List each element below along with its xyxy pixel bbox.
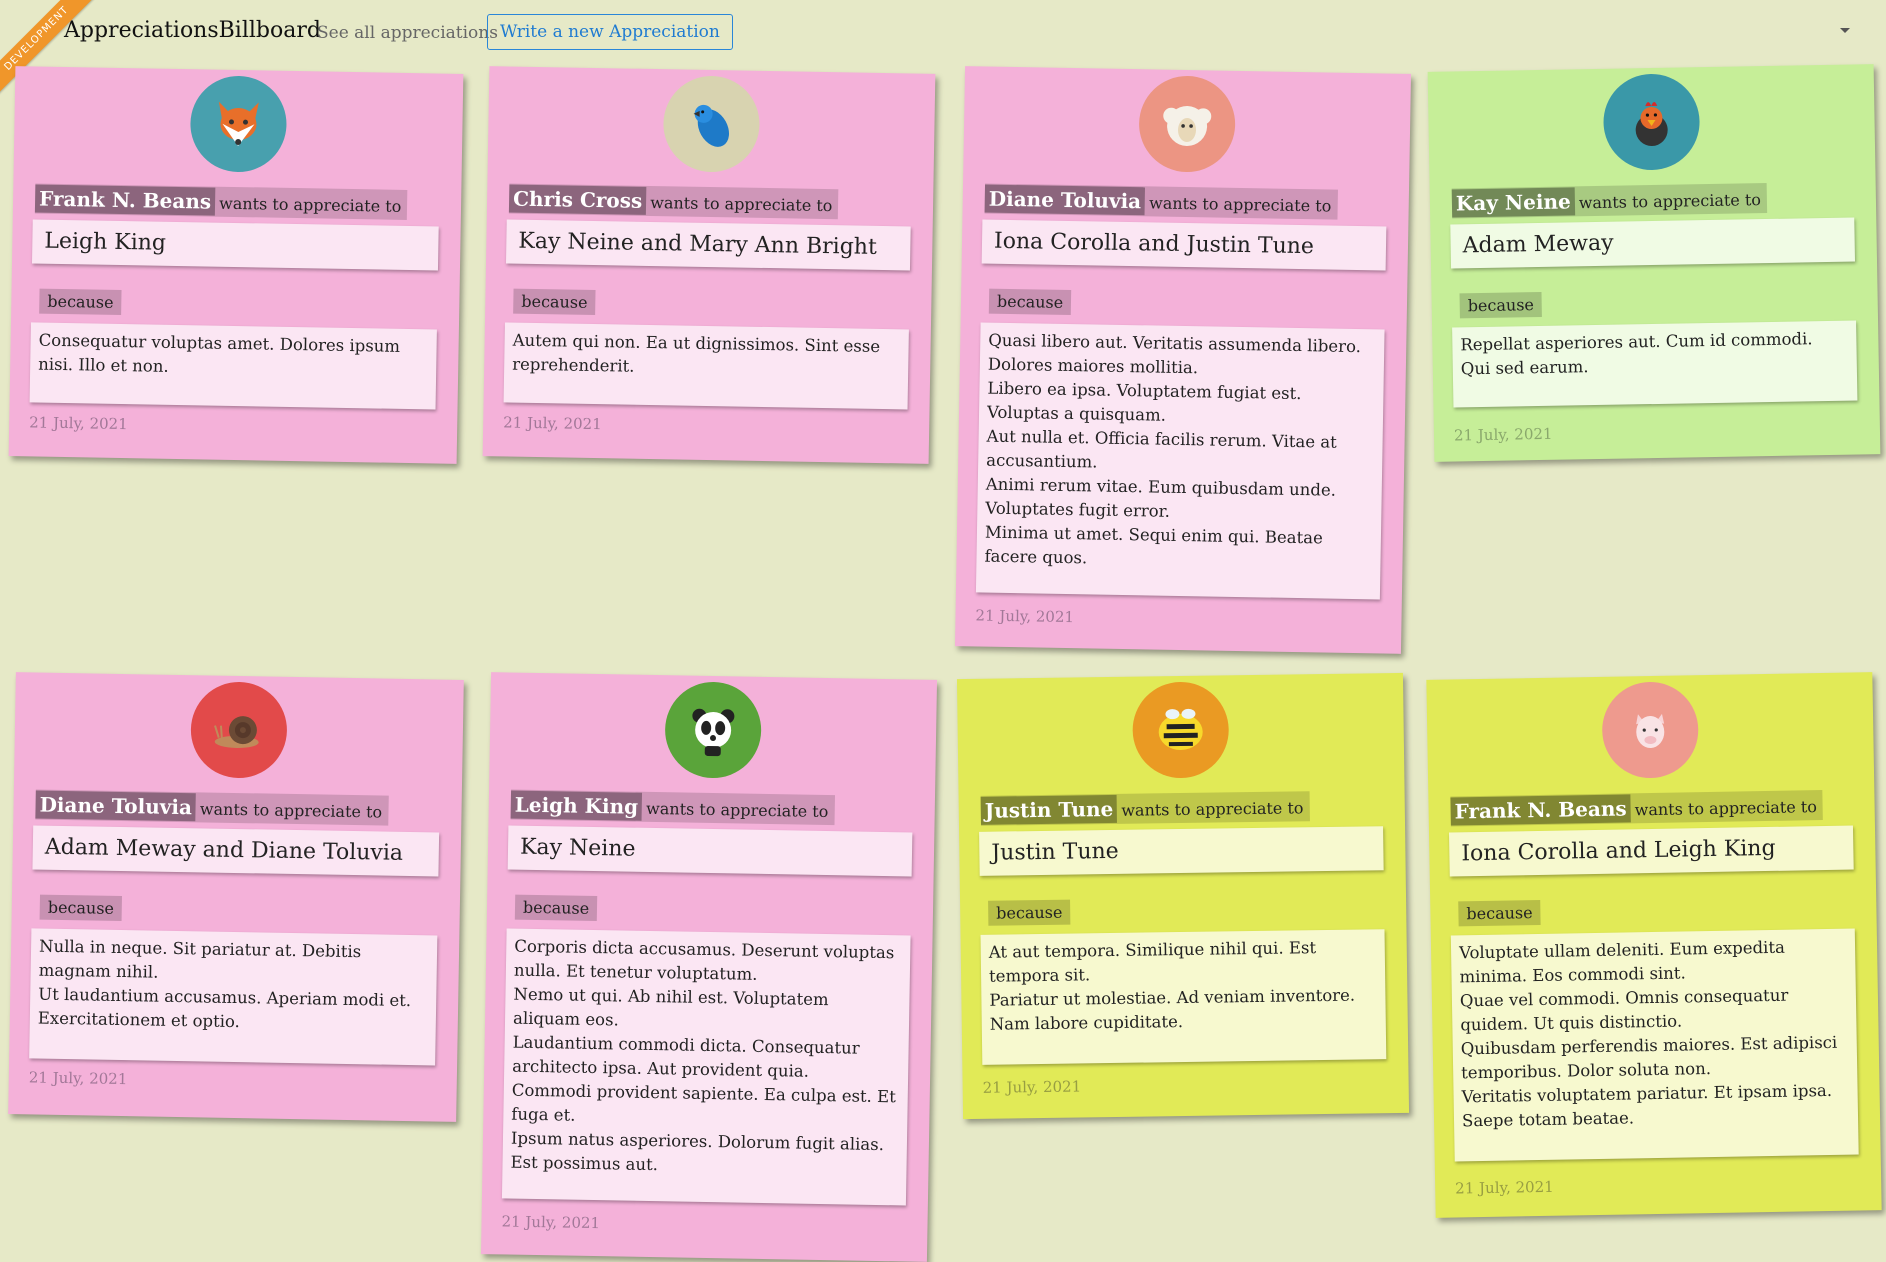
message-box: Repellat asperiores aut. Cum id commodi.… — [1452, 320, 1858, 408]
snail-icon — [190, 681, 288, 779]
appreciation-card[interactable]: Justin Tune wants to appreciate to Justin … — [956, 672, 1410, 1120]
message-line: Repellat asperiores aut. Cum id commodi.… — [1460, 329, 1813, 379]
message-line: Autem qui non. Ea ut dignissimos. Sint e… — [512, 330, 881, 376]
sender-name: Justin Tune — [980, 794, 1118, 825]
message-line: Libero ea ipsa. Voluptatem fugiat est. V… — [986, 378, 1302, 425]
wants-label: wants to appreciate to — [199, 799, 383, 822]
because-label: because — [1459, 291, 1543, 319]
bee-icon — [1132, 681, 1230, 779]
message-line: Ipsum natus asperiores. Dolorum fugit al… — [510, 1128, 885, 1175]
card-date: 21 July, 2021 — [501, 1212, 601, 1233]
pig-icon — [1601, 681, 1700, 779]
bird-icon — [662, 75, 761, 173]
top-navbar: DEVELOPMENT AppreciationsBillboard See a… — [0, 0, 1886, 100]
because-label: because — [988, 288, 1072, 316]
message-line: Consequatur voluptas amet. Dolores ipsum… — [38, 330, 401, 376]
sender-name: Leigh King — [510, 790, 643, 821]
card-date: 21 July, 2021 — [982, 1077, 1082, 1097]
appreciation-card[interactable]: Chris Cross wants to appreciate to Kay Nei… — [482, 66, 936, 464]
message-box: Corporis dicta accusamus. Deserunt volup… — [501, 928, 911, 1206]
appreciation-card[interactable]: Frank N. Beans wants to appreciate to Leig… — [8, 66, 464, 464]
sender-name: Chris Cross — [508, 184, 647, 215]
recipient-box: Kay Neine — [507, 825, 913, 877]
message-box: Consequatur voluptas amet. Dolores ipsum… — [29, 322, 437, 410]
sender-name: Frank N. Beans — [1450, 794, 1631, 826]
card-date: 21 July, 2021 — [29, 413, 128, 434]
because-label: because — [39, 894, 123, 922]
because-label: because — [39, 288, 122, 316]
message-line: Corporis dicta accusamus. Deserunt volup… — [513, 936, 895, 984]
write-new-appreciation-button[interactable]: Write a new Appreciation — [487, 14, 733, 50]
message-box: Autem qui non. Ea ut dignissimos. Sint e… — [503, 322, 909, 410]
from-line: Justin Tune wants to appreciate to — [980, 791, 1310, 826]
recipient-box: Iona Corolla and Justin Tune — [981, 219, 1387, 271]
message-line: Nemo ut qui. Ab nihil est. Voluptatem al… — [512, 984, 829, 1030]
from-line: Kay Neine wants to appreciate to — [1451, 183, 1768, 219]
from-line: Diane Toluvia wants to appreciate to — [984, 183, 1338, 220]
message-line: Quibusdam perferendis maiores. Est adipi… — [1460, 1032, 1838, 1083]
message-line: Commodi provident sapiente. Ea culpa est… — [511, 1080, 896, 1125]
wants-label: wants to appreciate to — [650, 192, 833, 216]
wants-label: wants to appreciate to — [1121, 798, 1304, 820]
card-date: 21 July, 2021 — [28, 1068, 128, 1089]
from-line: Leigh King wants to appreciate to — [510, 789, 835, 826]
sender-name: Diane Toluvia — [35, 790, 197, 822]
card-date: 21 July, 2021 — [1455, 1177, 1554, 1198]
card-date: 21 July, 2021 — [975, 606, 1075, 627]
recipient-box: Adam Meway — [1450, 217, 1856, 269]
fox-icon — [189, 75, 288, 173]
from-line: Frank N. Beans wants to appreciate to — [34, 183, 408, 220]
because-label: because — [1458, 899, 1541, 927]
message-line: Ut laudantium accusamus. Aperiam modi et… — [37, 984, 412, 1032]
wants-label: wants to appreciate to — [1148, 193, 1332, 216]
message-line: Voluptate ullam deleniti. Eum expedita m… — [1458, 937, 1785, 987]
because-label: because — [514, 894, 598, 922]
from-line: Diane Toluvia wants to appreciate to — [35, 789, 389, 826]
message-line: Aut nulla et. Officia facilis rerum. Vit… — [986, 426, 1337, 472]
wants-label: wants to appreciate to — [218, 193, 402, 216]
message-line: Quae vel commodi. Omnis consequatur quid… — [1459, 985, 1789, 1035]
sender-name: Kay Neine — [1451, 187, 1575, 218]
message-box: Quasi libero aut. Veritatis assumenda li… — [975, 322, 1385, 600]
recipient-box: Iona Corolla and Leigh King — [1449, 825, 1854, 877]
recipient-box: Adam Meway and Diane Toluvia — [32, 825, 440, 877]
message-box: Voluptate ullam deleniti. Eum expedita m… — [1450, 928, 1859, 1162]
brand-logo-link[interactable]: AppreciationsBillboard — [64, 18, 321, 43]
message-line: Quasi libero aut. Veritatis assumenda li… — [987, 330, 1362, 378]
dropdown-caret-icon[interactable] — [1840, 28, 1850, 33]
wants-label: wants to appreciate to — [1634, 797, 1818, 820]
recipient-box: Leigh King — [31, 219, 439, 271]
wants-label: wants to appreciate to — [1578, 190, 1762, 213]
message-line: Minima ut amet. Sequi enim qui. Beatae f… — [984, 522, 1324, 568]
message-box: At aut tempora. Similique nihil qui. Est… — [980, 929, 1387, 1065]
message-line: Pariatur ut molestiae. Ad veniam invento… — [989, 985, 1356, 1034]
card-date: 21 July, 2021 — [503, 413, 602, 434]
rooster-icon — [1602, 73, 1701, 171]
see-all-appreciations-link[interactable]: See all appreciations — [317, 23, 498, 43]
message-line: Animi rerum vitae. Eum quibusdam unde. V… — [985, 474, 1337, 521]
message-box: Nulla in neque. Sit pariatur at. Debitis… — [29, 928, 438, 1066]
card-date: 21 July, 2021 — [1453, 424, 1553, 445]
appreciation-card[interactable]: Kay Neine wants to appreciate to Adam Mewa… — [1427, 64, 1881, 462]
message-line: Veritatis voluptatem pariatur. Et ipsam … — [1461, 1080, 1833, 1131]
appreciation-card[interactable]: Diane Toluvia wants to appreciate to Adam … — [8, 672, 464, 1122]
message-line: Nulla in neque. Sit pariatur at. Debitis… — [38, 936, 362, 982]
message-line: Laudantium commodi dicta. Consequatur ar… — [512, 1032, 860, 1081]
recipient-box: Justin Tune — [979, 826, 1384, 876]
wants-label: wants to appreciate to — [645, 798, 829, 822]
because-label: because — [513, 288, 596, 316]
sender-name: Frank N. Beans — [34, 184, 216, 216]
sheep-icon — [1138, 75, 1236, 173]
appreciation-card[interactable]: Leigh King wants to appreciate to Kay Nein… — [480, 672, 938, 1262]
panda-icon — [664, 681, 762, 779]
sender-name: Diane Toluvia — [984, 184, 1146, 216]
recipient-box: Kay Neine and Mary Ann Bright — [505, 219, 911, 271]
from-line: Chris Cross wants to appreciate to — [508, 183, 839, 220]
appreciation-card[interactable]: Frank N. Beans wants to appreciate to Iona… — [1426, 672, 1882, 1218]
because-label: because — [988, 899, 1071, 926]
appreciation-card[interactable]: Diane Toluvia wants to appreciate to Iona … — [954, 66, 1412, 654]
from-line: Frank N. Beans wants to appreciate to — [1450, 790, 1824, 827]
message-line: At aut tempora. Similique nihil qui. Est… — [988, 938, 1317, 986]
